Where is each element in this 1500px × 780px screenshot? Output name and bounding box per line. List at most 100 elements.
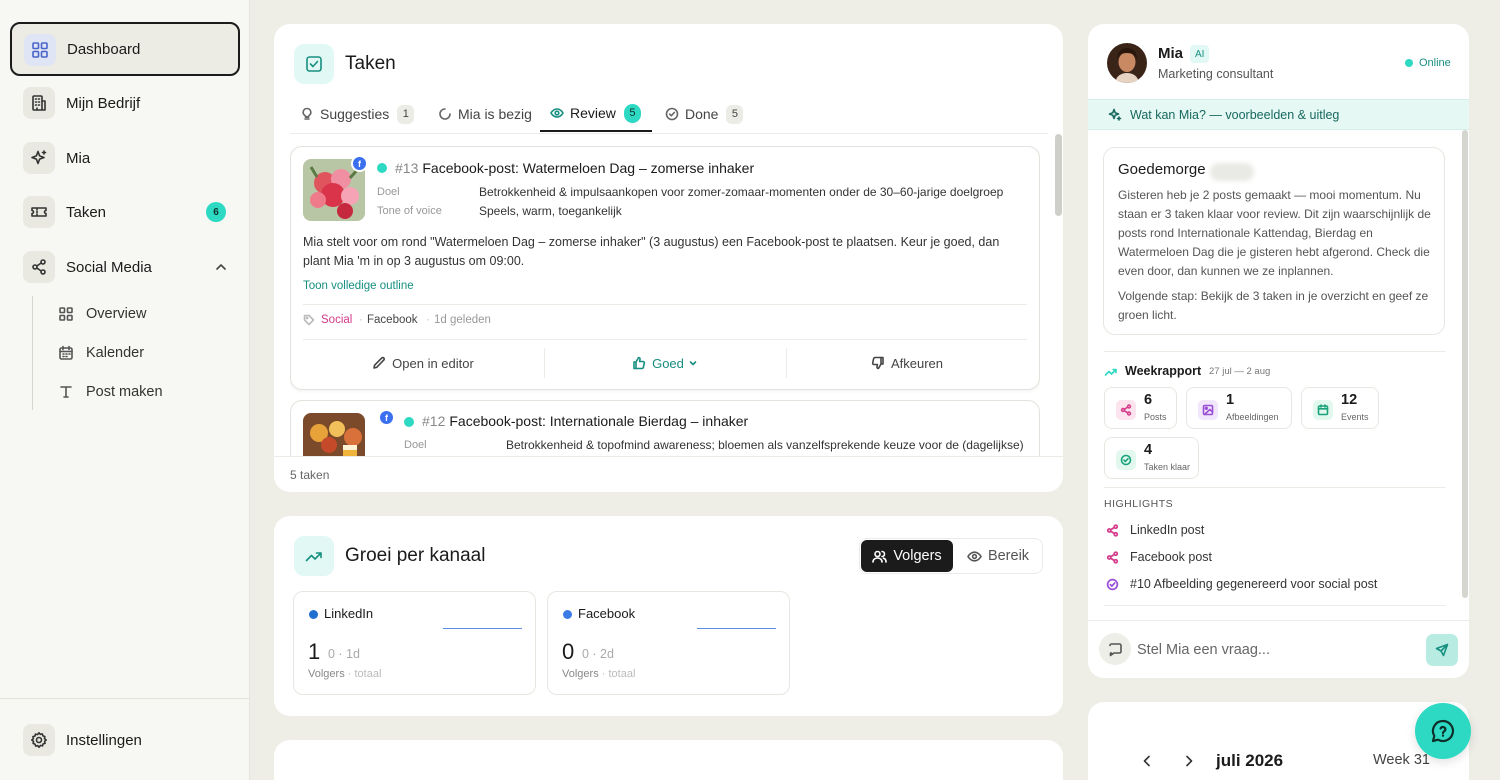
sidebar-subitem-post-maken[interactable]: Post maken: [58, 377, 163, 407]
report-range: 27 jul — 2 aug: [1209, 366, 1271, 377]
spinner-icon: [439, 108, 451, 120]
metric-name: Volgers: [562, 668, 599, 680]
chat-fab-button[interactable]: [1415, 703, 1471, 759]
sidebar-item-label: Mia: [66, 149, 91, 167]
stat-posts: 6 Posts: [1104, 387, 1177, 429]
chat-bubble-icon: [1099, 633, 1131, 665]
task-title-text: Facebook-post: Internationale Bierdag – …: [449, 413, 749, 429]
action-label: Open in editor: [392, 355, 474, 371]
sparkles-icon: [1108, 108, 1122, 121]
sidebar: Dashboard Mijn Bedrijf Mia Taken 6 Socia…: [0, 0, 250, 780]
grid-icon: [59, 307, 73, 321]
assistant-help-link[interactable]: Wat kan Mia? — voorbeelden & uitleg: [1088, 99, 1469, 130]
check-circle-icon: [665, 107, 679, 121]
stat-label: Posts: [1144, 412, 1167, 422]
reach-toggle[interactable]: Bereik: [958, 540, 1038, 572]
chevron-right-icon[interactable]: [1180, 752, 1198, 770]
sidebar-item-taken[interactable]: Taken 6: [10, 185, 240, 239]
tab-label: Review: [570, 105, 616, 121]
chevron-up-icon[interactable]: [214, 260, 228, 274]
sidebar-item-social-media[interactable]: Social Media: [10, 240, 240, 294]
tab-label: Done: [685, 106, 719, 122]
send-button[interactable]: [1426, 634, 1458, 666]
sidebar-item-mia[interactable]: Mia: [10, 131, 240, 185]
sparkline: [697, 628, 776, 629]
task-divider: [303, 339, 1027, 340]
approve-button[interactable]: Goed: [545, 345, 785, 381]
stat-value: 6: [1144, 392, 1153, 408]
users-icon: [872, 550, 888, 563]
highlight-item[interactable]: LinkedIn post: [1106, 520, 1204, 540]
chevron-down-icon: [689, 361, 697, 366]
sidebar-item-label: Social Media: [66, 258, 152, 276]
metric-suffix: · totaal: [598, 668, 636, 680]
tab-review[interactable]: Review 5: [540, 96, 652, 132]
social-tag: Social: [303, 314, 352, 326]
task-thumbnail: [303, 413, 365, 456]
reject-button[interactable]: Afkeuren: [787, 345, 1027, 381]
stat-label: Taken klaar: [1144, 462, 1191, 472]
share-icon: [1106, 523, 1119, 537]
panel-divider: [1104, 487, 1446, 488]
sidebar-subitem-label: Post maken: [86, 384, 163, 400]
eye-icon: [967, 550, 982, 562]
tab-suggesties[interactable]: Suggesties 1: [300, 96, 415, 132]
sidebar-subitem-kalender[interactable]: Kalender: [58, 338, 144, 368]
tab-count-badge: 5: [726, 104, 744, 124]
task-card[interactable]: f #12 Facebook-post: Internationale Bierd…: [290, 400, 1040, 456]
tag-icon: [303, 314, 315, 326]
ai-badge: AI: [1190, 45, 1210, 63]
calendar-month: juli 2026: [1216, 751, 1284, 770]
tab-count-badge: 1: [397, 104, 415, 124]
task-card[interactable]: f #13 Facebook-post: Watermeloen Dag – zo…: [290, 146, 1040, 390]
pencil-icon: [373, 356, 386, 369]
sidebar-item-instellingen[interactable]: Instellingen: [10, 713, 240, 767]
ask-mia-input[interactable]: [1137, 636, 1417, 664]
highlight-label: Facebook post: [1130, 550, 1212, 564]
highlight-item[interactable]: #10 Afbeelding gegenereerd voor social p…: [1106, 574, 1377, 594]
stat-value: 12: [1341, 392, 1358, 408]
channel-card-linkedin[interactable]: LinkedIn 1 0 · 1d Volgers · totaal: [293, 591, 536, 695]
goal-label: Doel: [377, 186, 400, 198]
open-in-editor-button[interactable]: Open in editor: [303, 345, 543, 381]
avatar: [1107, 43, 1147, 83]
calendar-icon: [1313, 400, 1333, 420]
thumbs-up-icon: [633, 356, 646, 370]
redacted-name: [1210, 163, 1254, 181]
calendar-week: Week 31: [1373, 752, 1430, 768]
facebook-badge-icon: f: [378, 409, 395, 426]
highlight-item[interactable]: Facebook post: [1106, 547, 1212, 567]
sidebar-item-label: Dashboard: [67, 40, 141, 58]
share-icon: [1106, 550, 1119, 564]
sidebar-subitem-overview[interactable]: Overview: [58, 299, 146, 329]
task-list: f #13 Facebook-post: Watermeloen Dag – zo…: [290, 146, 1040, 456]
assistant-scrollbar[interactable]: [1462, 130, 1468, 598]
channel-value: 0: [562, 639, 575, 664]
show-outline-link[interactable]: Toon volledige outline: [303, 280, 414, 292]
sparkles-icon: [23, 142, 55, 174]
task-title[interactable]: #12 Facebook-post: Internationale Bierdag…: [422, 413, 748, 429]
metric-suffix: · totaal: [344, 668, 382, 680]
growth-title: Groei per kanaal: [345, 545, 486, 566]
sidebar-item-label: Mijn Bedrijf: [66, 94, 141, 112]
image-icon: [1198, 400, 1218, 420]
sidebar-item-dashboard[interactable]: Dashboard: [10, 22, 240, 76]
sparkline: [443, 628, 522, 629]
task-list-scrollbar[interactable]: [1055, 134, 1062, 216]
followers-toggle[interactable]: Volgers: [861, 540, 953, 572]
gear-icon: [23, 724, 55, 756]
chevron-left-icon[interactable]: [1138, 752, 1156, 770]
tab-count-badge: 5: [623, 103, 641, 123]
task-number: #12: [422, 413, 446, 429]
greeting-title: Goedemorge: [1118, 161, 1206, 178]
channel-card-facebook[interactable]: Facebook 0 0 · 2d Volgers · totaal: [547, 591, 790, 695]
sidebar-item-mijn-bedrijf[interactable]: Mijn Bedrijf: [10, 76, 240, 130]
meta-separator: ·: [359, 314, 363, 326]
share-icon: [23, 251, 55, 283]
channel-name: Facebook: [578, 606, 636, 621]
stat-value: 4: [1144, 442, 1153, 458]
tab-done[interactable]: Done 5: [665, 96, 744, 132]
task-title[interactable]: #13 Facebook-post: Watermeloen Dag – zome…: [395, 160, 754, 176]
highlight-label: LinkedIn post: [1130, 523, 1205, 537]
tab-mia-is-bezig[interactable]: Mia is bezig: [438, 96, 532, 132]
